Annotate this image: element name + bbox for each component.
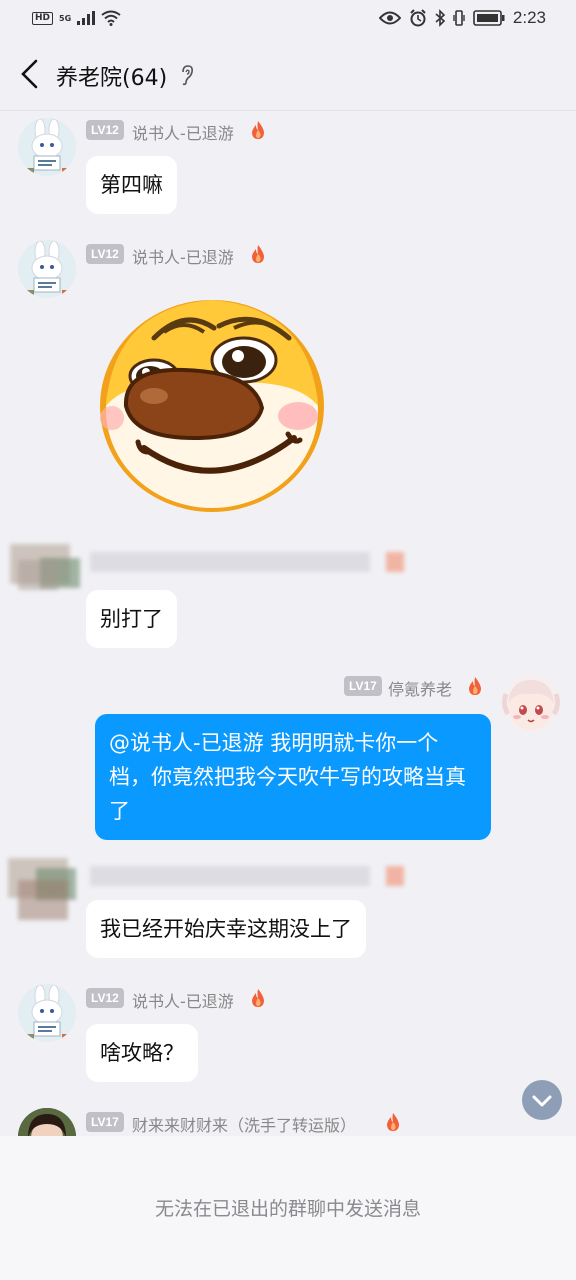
sender-name[interactable]: 说书人-已退游 bbox=[132, 120, 234, 144]
message-bubble[interactable]: 我已经开始庆幸这期没上了 bbox=[86, 900, 366, 958]
chevron-down-icon bbox=[532, 1095, 552, 1107]
vibrate-icon bbox=[453, 10, 465, 26]
sender-name[interactable]: 财来来财财来（洗手了转运版） bbox=[132, 1112, 356, 1136]
level-badge: LV12 bbox=[86, 120, 124, 140]
message-bubble[interactable]: 啥攻略？ bbox=[86, 1024, 198, 1082]
avatar-rabbit[interactable] bbox=[18, 118, 76, 176]
level-badge: LV17 bbox=[344, 676, 382, 696]
flame-icon bbox=[469, 677, 481, 695]
hd-indicator: HD bbox=[32, 11, 54, 25]
flame-icon bbox=[252, 245, 264, 263]
disabled-notice: 无法在已退出的群聊中发送消息 bbox=[154, 1198, 421, 1220]
ear-icon[interactable] bbox=[180, 64, 194, 86]
alarm-icon bbox=[410, 9, 426, 27]
rabbit-avatar-icon bbox=[18, 118, 76, 176]
network-indicator: 5G bbox=[59, 13, 72, 23]
eye-icon bbox=[378, 11, 401, 25]
blurred-sender-header bbox=[0, 538, 420, 588]
scroll-to-bottom-button[interactable] bbox=[522, 1080, 562, 1120]
wifi-icon bbox=[101, 10, 121, 26]
battery-icon bbox=[473, 10, 505, 26]
flame-icon bbox=[252, 121, 264, 139]
chat-header: 养老院(64) bbox=[0, 40, 576, 111]
message-bubble-mine[interactable]: @说书人-已退游 我明明就卡你一个档，你竟然把我今天吹牛写的攻略当真了 bbox=[95, 714, 491, 840]
sender-name[interactable]: 停氪养老 bbox=[388, 676, 452, 700]
anime-girl-avatar-icon bbox=[502, 674, 560, 732]
level-badge: LV17 bbox=[86, 1112, 124, 1132]
flame-icon bbox=[387, 1113, 399, 1131]
status-bar: HD 5G 2:23 bbox=[0, 0, 576, 40]
group-title[interactable]: 养老院(64) bbox=[56, 60, 167, 92]
bluetooth-icon bbox=[435, 9, 445, 27]
rabbit-avatar-icon bbox=[18, 984, 76, 1042]
blurred-avatar bbox=[18, 880, 68, 920]
level-badge: LV12 bbox=[86, 988, 124, 1008]
message-bubble[interactable]: 第四嘛 bbox=[86, 156, 177, 214]
clock: 2:23 bbox=[512, 8, 546, 27]
input-disabled-bar: 无法在已退出的群聊中发送消息 bbox=[0, 1136, 576, 1280]
level-badge: LV12 bbox=[86, 244, 124, 264]
blurred-avatar bbox=[18, 560, 58, 590]
avatar-rabbit[interactable] bbox=[18, 984, 76, 1042]
signal-icon bbox=[77, 11, 96, 25]
dog-face-sticker[interactable] bbox=[94, 288, 330, 518]
message-bubble[interactable]: 别打了 bbox=[86, 590, 177, 648]
sender-name[interactable]: 说书人-已退游 bbox=[132, 244, 234, 268]
avatar-anime-girl[interactable] bbox=[502, 674, 560, 732]
avatar-rabbit[interactable] bbox=[18, 240, 76, 298]
flame-icon bbox=[252, 989, 264, 1007]
rabbit-avatar-icon bbox=[18, 240, 76, 298]
back-arrow-icon[interactable] bbox=[18, 58, 40, 90]
sender-name[interactable]: 说书人-已退游 bbox=[132, 988, 234, 1012]
